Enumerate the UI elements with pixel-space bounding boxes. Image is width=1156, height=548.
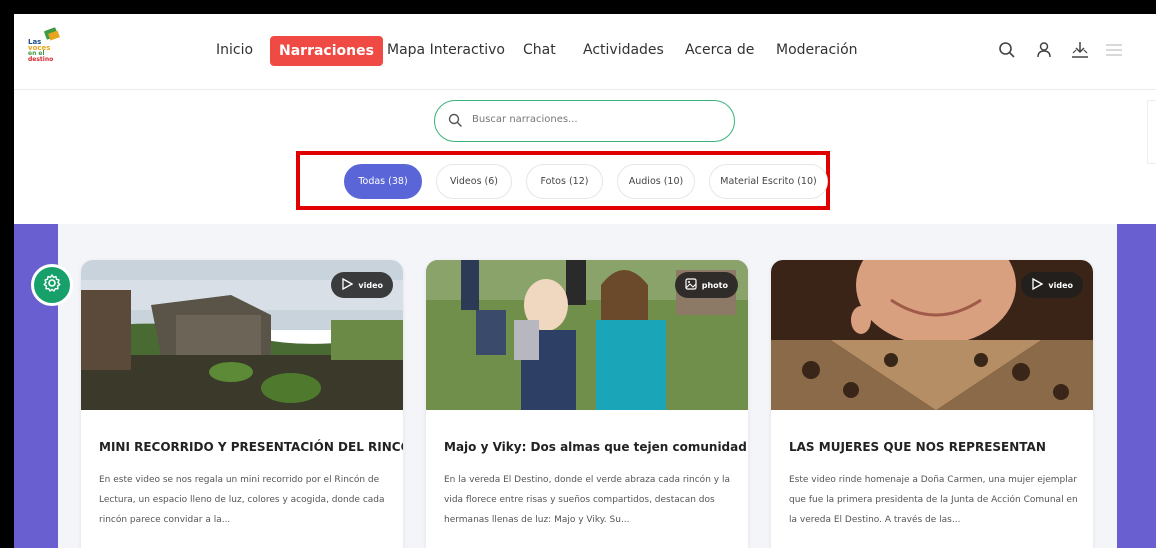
badge-label: video [1048,280,1073,290]
card-description: En este video se nos regala un mini reco… [99,475,385,525]
logo-book-shape [48,30,60,41]
gear-icon [42,273,62,297]
nav-item-inicio[interactable]: Inicio [216,42,253,58]
image-icon [685,278,697,292]
tab-videos[interactable]: Videos (6) [436,164,512,199]
nav-item-narraciones[interactable]: Narraciones [270,36,383,66]
tab-material-escrito[interactable]: Material Escrito (10) [709,164,828,199]
search-bar[interactable]: Buscar narraciones... [434,100,735,142]
card-description: Este video rinde homenaje a Doña Carmen,… [789,475,1078,525]
card-title[interactable]: Majo y Viky: Dos almas que tejen comunid… [444,440,747,454]
nav-item-chat[interactable]: Chat [523,42,556,58]
logo-text-line: destino [28,56,54,63]
top-navbar: Las voces en el destino Inicio Narracion… [14,14,1156,90]
narraciones-grid-section: video MINI RECORRIDO Y PRESENTACIÓN DEL … [14,224,1156,548]
menu-icon[interactable] [1105,41,1123,63]
card-thumbnail-image[interactable]: video [81,260,403,410]
app-frame: Las voces en el destino Inicio Narracion… [14,14,1156,548]
site-logo[interactable]: Las voces en el destino [27,27,63,65]
tab-audios[interactable]: Audios (10) [617,164,695,199]
play-icon [341,277,354,292]
side-panel-edge [1147,100,1156,164]
card-title[interactable]: MINI RECORRIDO Y PRESENTACIÓN DEL RINCÓN [99,440,403,454]
card-thumbnail-image[interactable]: video [771,260,1093,410]
download-icon[interactable] [1070,41,1090,63]
badge-label: video [358,280,383,290]
right-accent-bar [1117,224,1156,548]
nav-item-actividades[interactable]: Actividades [583,42,664,58]
user-icon[interactable] [1035,41,1053,63]
tab-fotos[interactable]: Fotos (12) [526,164,603,199]
media-type-badge: video [331,272,393,298]
search-input[interactable]: Buscar narraciones... [472,114,578,125]
nav-item-acerca-de[interactable]: Acerca de [685,42,754,58]
card-thumbnail-image[interactable]: photo [426,260,748,410]
media-type-badge: video [1021,272,1083,298]
narration-card[interactable]: video MINI RECORRIDO Y PRESENTACIÓN DEL … [81,260,403,548]
play-icon [1031,277,1044,292]
card-description: En la vereda El Destino, donde el verde … [444,475,730,525]
card-title[interactable]: LAS MUJERES QUE NOS REPRESENTAN [789,440,1046,454]
narration-card[interactable]: video LAS MUJERES QUE NOS REPRESENTAN Es… [771,260,1093,548]
narration-card[interactable]: photo Majo y Viky: Dos almas que tejen c… [426,260,748,548]
search-icon[interactable] [998,41,1016,63]
media-type-badge: photo [674,272,738,298]
settings-button[interactable] [31,264,73,306]
nav-item-moderacion[interactable]: Moderación [776,42,858,58]
badge-label: photo [701,280,728,290]
nav-item-mapa-interactivo[interactable]: Mapa Interactivo [387,42,505,58]
tab-todas[interactable]: Todas (38) [344,164,422,199]
search-icon [448,113,463,132]
